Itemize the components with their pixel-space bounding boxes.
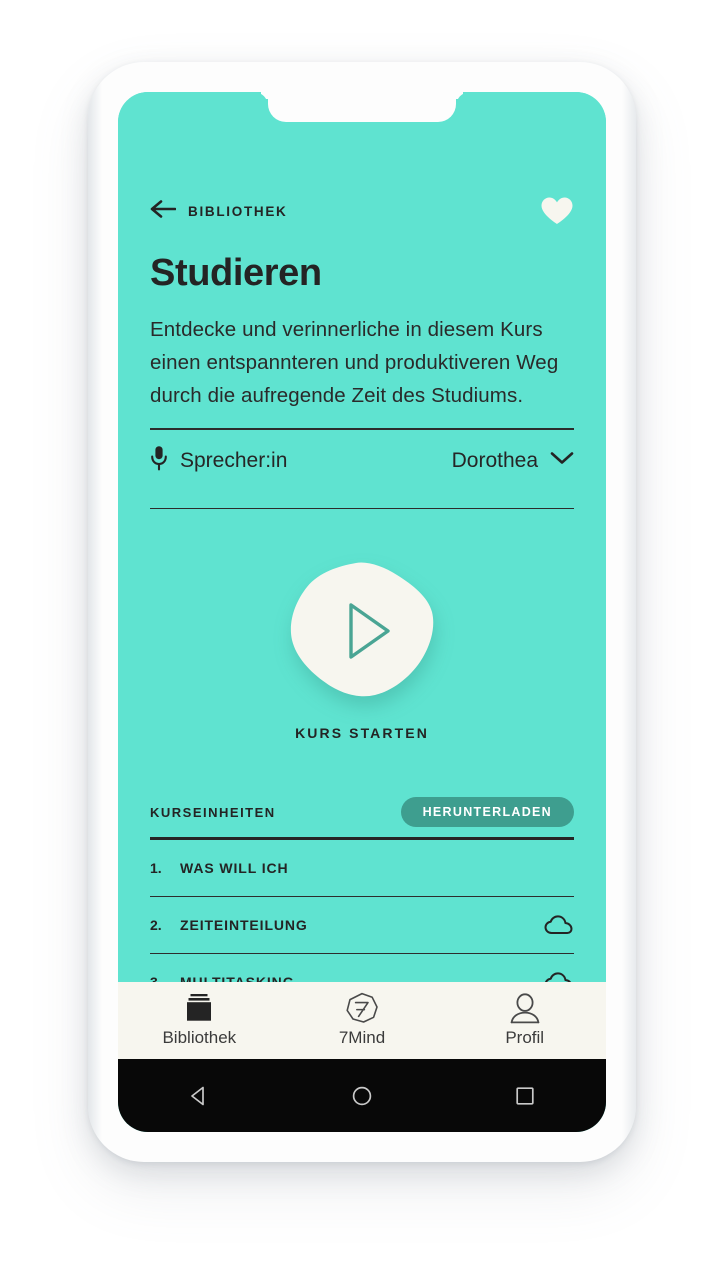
divider — [150, 507, 574, 510]
person-icon — [508, 992, 542, 1023]
nav-label: Profil — [505, 1028, 545, 1047]
cloud-download-icon[interactable] — [544, 915, 574, 935]
nav-label: 7Mind — [338, 1028, 386, 1047]
unit-title: WAS WILL ICH — [180, 859, 289, 876]
speaker-selector[interactable]: Sprecher:in Dorothea — [150, 430, 574, 492]
speaker-left-group: Sprecher:in — [150, 445, 287, 476]
heart-filled-icon[interactable] — [540, 196, 574, 226]
android-back-icon[interactable] — [186, 1083, 212, 1109]
start-course-button[interactable] — [287, 561, 437, 701]
course-description: Entdecke und verinnerliche in diesem Kur… — [150, 318, 559, 407]
speaker-right-group[interactable]: Dorothea — [452, 449, 574, 473]
microphone-icon — [150, 445, 168, 476]
unit-number: 1. — [150, 859, 162, 876]
nav-item-bibliothek[interactable]: Bibliothek — [118, 993, 281, 1048]
sevenmind-logo-icon — [345, 992, 379, 1023]
speaker-value: Dorothea — [451, 448, 538, 472]
unit-number: 2. — [150, 917, 162, 934]
list-item[interactable]: 2. ZEITEINTEILUNG — [150, 897, 574, 953]
units-section-title: KURSEINHEITEN — [150, 804, 276, 820]
back-to-library-button[interactable]: BIBLIOTHEK — [150, 199, 288, 223]
speaker-label: Sprecher:in — [180, 448, 288, 472]
android-system-bar — [118, 1059, 606, 1132]
start-course-label: KURS STARTEN — [295, 725, 429, 742]
arrow-left-icon — [150, 199, 177, 223]
chevron-down-icon[interactable] — [550, 451, 574, 470]
nav-item-profil[interactable]: Profil — [443, 992, 606, 1048]
bottom-navigation: Bibliothek 7Mind Profil — [118, 982, 606, 1059]
phone-screen: BIBLIOTHEK Studieren Entdecke und verinn… — [118, 92, 606, 1132]
units-header: KURSEINHEITEN HERUNTERLADEN — [150, 797, 574, 828]
player-section: KURS STARTEN — [150, 561, 574, 741]
phone-device: BIBLIOTHEK Studieren Entdecke und verinn… — [88, 62, 636, 1162]
app-content: BIBLIOTHEK Studieren Entdecke und verinn… — [118, 92, 606, 1132]
unit-title: ZEITEINTEILUNG — [180, 917, 308, 934]
phone-notch — [268, 92, 456, 122]
book-stack-icon — [182, 993, 216, 1023]
download-all-button[interactable]: HERUNTERLADEN — [400, 797, 574, 828]
back-label: BIBLIOTHEK — [188, 203, 288, 219]
list-item[interactable]: 1. WAS WILL ICH — [150, 840, 574, 896]
android-home-icon[interactable] — [349, 1083, 375, 1109]
nav-item-7mind[interactable]: 7Mind — [281, 992, 444, 1048]
android-recents-icon[interactable] — [512, 1083, 538, 1109]
page-title: Studieren — [150, 252, 322, 294]
nav-label: Bibliothek — [162, 1028, 237, 1047]
